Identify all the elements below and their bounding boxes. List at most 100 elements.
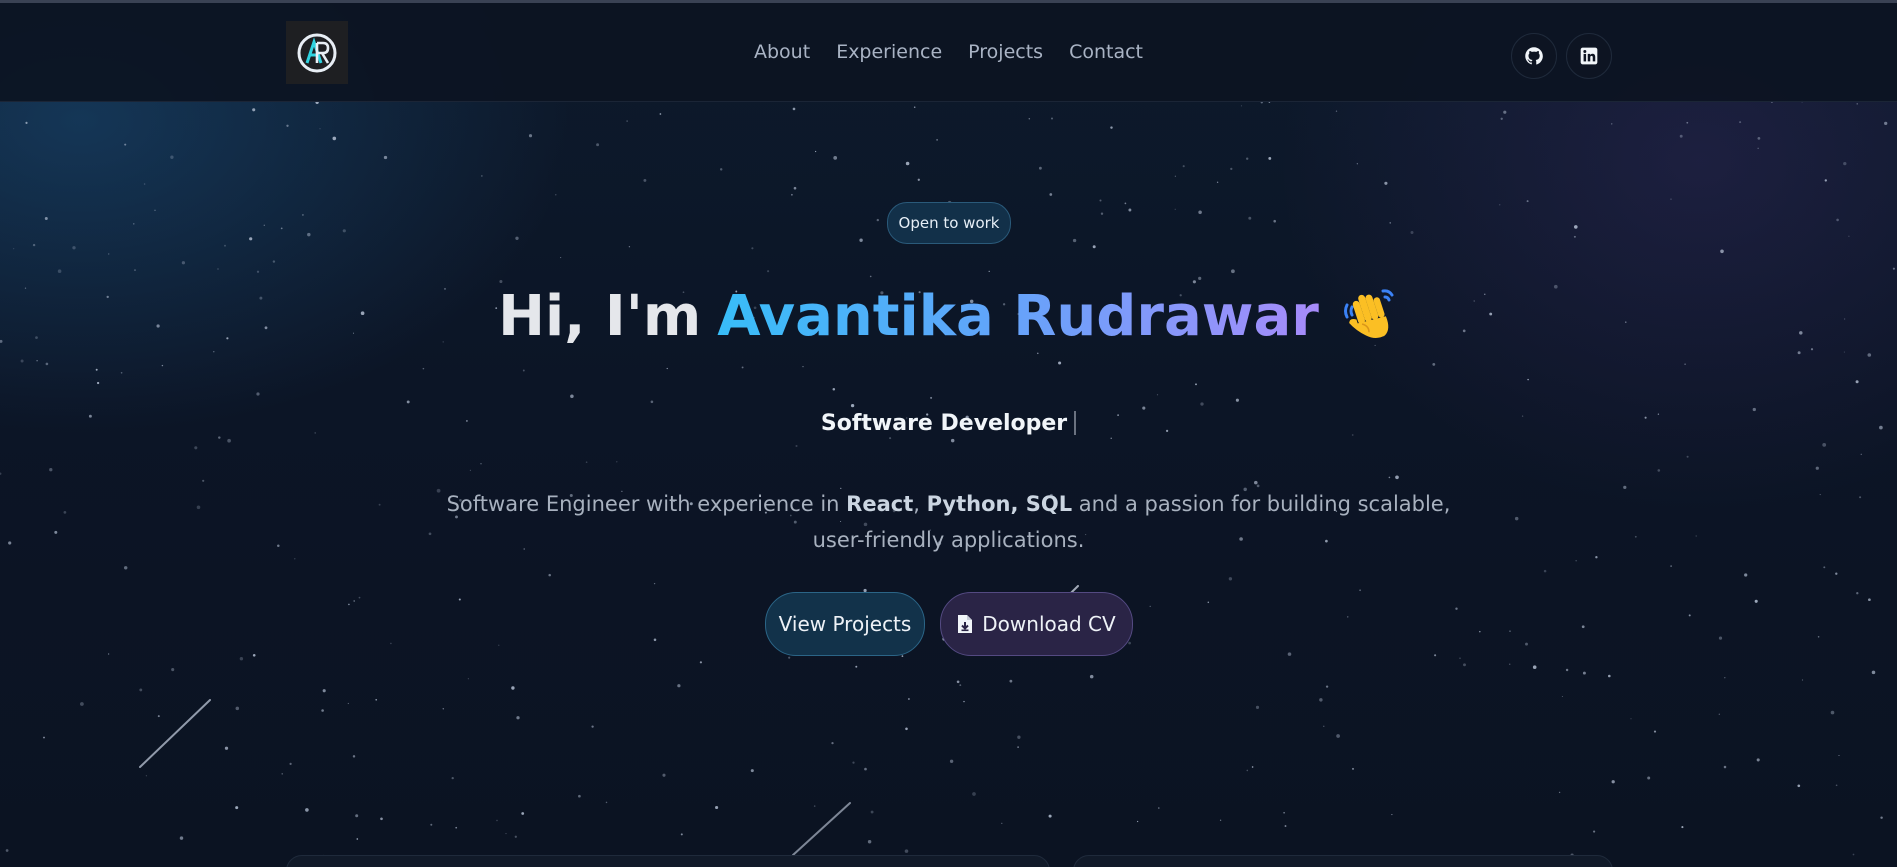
nav-link-experience[interactable]: Experience (836, 41, 942, 63)
nav-link-contact[interactable]: Contact (1069, 41, 1143, 63)
star (813, 805, 816, 807)
star (1843, 161, 1847, 166)
star (653, 582, 656, 585)
star (1848, 235, 1850, 237)
star (972, 792, 976, 796)
star (959, 684, 962, 687)
star (1058, 361, 1062, 365)
linkedin-button[interactable] (1566, 33, 1612, 79)
star (516, 716, 520, 720)
star (1582, 671, 1586, 675)
hero-description: Software Engineer with experience in Rea… (440, 486, 1457, 558)
star (1092, 245, 1096, 249)
star (1149, 605, 1151, 608)
star (1823, 566, 1826, 569)
star (124, 143, 127, 146)
star (375, 698, 378, 701)
star (626, 120, 628, 122)
star (1509, 663, 1511, 665)
star (1558, 791, 1561, 794)
star (263, 224, 265, 226)
star (662, 773, 666, 777)
star (25, 121, 28, 124)
star (963, 700, 965, 703)
star (596, 143, 600, 147)
star (1871, 670, 1876, 675)
view-projects-button[interactable]: View Projects (765, 592, 925, 656)
star (1195, 383, 1197, 386)
star (585, 461, 588, 464)
star (791, 193, 793, 196)
star (1325, 685, 1329, 688)
star (905, 161, 910, 166)
star (1838, 755, 1840, 756)
star (481, 175, 483, 177)
star (1801, 679, 1804, 681)
star (224, 746, 229, 750)
skill-react: React (846, 492, 914, 516)
star (1248, 216, 1252, 220)
star (252, 653, 256, 657)
star (378, 503, 381, 506)
nav-link-about[interactable]: About (754, 41, 810, 63)
download-cv-button[interactable]: Download CV (940, 592, 1133, 656)
star (107, 653, 110, 655)
star (1319, 698, 1323, 702)
star (139, 688, 143, 692)
star (560, 257, 562, 259)
star (8, 541, 12, 545)
star (0, 472, 2, 475)
star (280, 227, 283, 230)
star (80, 702, 84, 706)
star (120, 371, 123, 374)
star (406, 400, 410, 404)
star (467, 678, 470, 680)
star (1287, 652, 1292, 656)
star (1434, 654, 1437, 657)
star (224, 244, 226, 247)
star (1207, 601, 1210, 604)
shooting-star (792, 802, 851, 856)
star (1509, 630, 1511, 632)
star (988, 270, 990, 273)
star (1561, 695, 1563, 698)
star (653, 638, 657, 642)
star (788, 656, 791, 659)
star (179, 836, 184, 840)
star (1688, 614, 1691, 617)
star (901, 655, 904, 657)
skill-python-sql: Python, SQL (926, 492, 1073, 516)
download-cv-label: Download CV (982, 612, 1116, 636)
star (1695, 535, 1697, 537)
star (1216, 181, 1219, 183)
star (904, 849, 909, 853)
star (145, 775, 148, 777)
star (498, 644, 500, 646)
star (1525, 642, 1528, 646)
star (1200, 402, 1204, 406)
star (1565, 668, 1569, 672)
star (170, 155, 174, 159)
star (154, 209, 156, 212)
star (1455, 607, 1458, 610)
star (1647, 776, 1651, 780)
star (161, 364, 164, 367)
site-logo[interactable] (286, 21, 348, 84)
star (1723, 765, 1727, 769)
github-button[interactable] (1511, 33, 1557, 79)
star (643, 178, 647, 182)
star (1611, 123, 1613, 125)
star (1819, 494, 1821, 496)
star (1543, 569, 1547, 573)
star (1128, 208, 1132, 212)
star (1681, 826, 1684, 829)
star (1623, 485, 1627, 490)
nav-link-projects[interactable]: Projects (968, 41, 1043, 63)
hero-greeting: Hi, I'm (498, 283, 702, 349)
star (1856, 592, 1859, 595)
star (1653, 730, 1657, 733)
star (1251, 766, 1254, 768)
star (659, 113, 662, 115)
star (795, 444, 798, 448)
star (1830, 710, 1835, 715)
